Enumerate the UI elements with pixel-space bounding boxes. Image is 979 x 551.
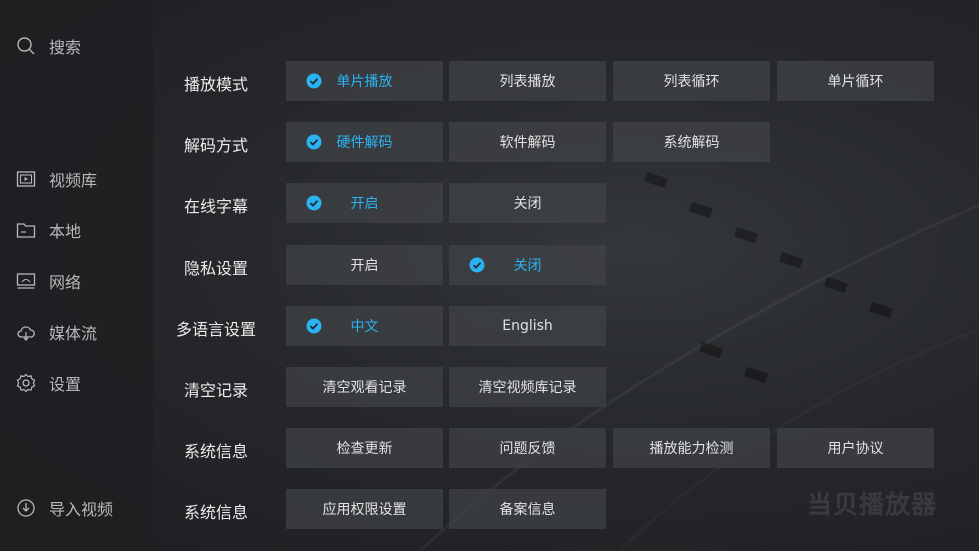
import-icon <box>16 498 36 518</box>
setting-option-button[interactable]: 清空视频库记录 <box>449 367 606 407</box>
setting-option-button[interactable]: 用户协议 <box>777 428 934 468</box>
setting-option-button[interactable]: 开启 <box>286 183 443 223</box>
checkmark-icon <box>306 318 322 334</box>
setting-option-label: 问题反馈 <box>499 441 556 457</box>
setting-option-label: 中文 <box>350 319 379 335</box>
setting-label: 在线字幕 <box>183 197 248 216</box>
setting-option-button[interactable]: 列表播放 <box>449 61 606 101</box>
setting-option-button[interactable]: 单片播放 <box>286 61 443 101</box>
setting-option-button[interactable]: 清空观看记录 <box>286 367 443 407</box>
setting-option-button[interactable]: 单片循环 <box>777 61 934 101</box>
checkmark-icon <box>306 134 322 150</box>
checkmark-icon <box>306 195 322 211</box>
setting-label: 播放模式 <box>183 75 248 94</box>
sidebar-item-network[interactable]: 网络 <box>16 268 81 294</box>
sidebar-item-local[interactable]: 本地 <box>16 217 81 243</box>
sidebar-item-label: 媒体流 <box>49 324 98 343</box>
setting-option-button[interactable]: 开启 <box>286 245 443 285</box>
setting-label: 系统信息 <box>183 442 248 461</box>
import-video-label: 导入视频 <box>49 500 114 519</box>
setting-option-label: 检查更新 <box>336 441 393 457</box>
setting-option-label: 硬件解码 <box>336 135 393 151</box>
search-button[interactable]: 搜索 <box>16 33 81 59</box>
search-label: 搜索 <box>49 38 82 57</box>
setting-label: 解码方式 <box>183 136 248 155</box>
setting-option-button[interactable]: 应用权限设置 <box>286 489 443 529</box>
gear-icon <box>16 373 36 393</box>
setting-option-label: 关闭 <box>513 196 542 212</box>
setting-option-label: English <box>502 318 553 334</box>
setting-option-button[interactable]: 中文 <box>286 306 443 346</box>
sidebar-item-label: 设置 <box>49 375 82 394</box>
setting-label: 清空记录 <box>183 381 248 400</box>
sidebar-item-video-library[interactable]: 视频库 <box>16 166 97 192</box>
setting-option-label: 关闭 <box>513 258 542 274</box>
setting-option-label: 开启 <box>350 196 379 212</box>
cloud-stream-icon <box>16 322 36 342</box>
search-icon <box>16 36 36 56</box>
setting-option-button[interactable]: 硬件解码 <box>286 122 443 162</box>
setting-option-label: 备案信息 <box>499 502 556 518</box>
setting-option-label: 清空视频库记录 <box>478 380 577 396</box>
brand-watermark: 当贝播放器 <box>806 490 937 519</box>
setting-option-label: 播放能力检测 <box>649 441 734 457</box>
video-library-icon <box>16 169 36 189</box>
folder-icon <box>16 220 36 240</box>
setting-option-label: 系统解码 <box>663 135 720 151</box>
checkmark-icon <box>306 73 322 89</box>
setting-option-button[interactable]: 关闭 <box>449 183 606 223</box>
setting-option-label: 开启 <box>350 258 379 274</box>
setting-option-button[interactable]: 软件解码 <box>449 122 606 162</box>
setting-option-button[interactable]: 列表循环 <box>613 61 770 101</box>
setting-option-label: 单片播放 <box>336 74 393 90</box>
setting-option-label: 单片循环 <box>827 74 884 90</box>
sidebar-item-label: 视频库 <box>49 171 98 190</box>
import-video-button[interactable]: 导入视频 <box>16 495 113 521</box>
setting-option-button[interactable]: 备案信息 <box>449 489 606 529</box>
setting-option-button[interactable]: 系统解码 <box>613 122 770 162</box>
setting-option-label: 应用权限设置 <box>322 502 407 518</box>
sidebar-item-media-stream[interactable]: 媒体流 <box>16 319 97 345</box>
sidebar: 搜索 视频库 本地 网络 媒体流 设置 导入视频 <box>0 0 153 551</box>
setting-option-button[interactable]: 播放能力检测 <box>613 428 770 468</box>
setting-label: 系统信息 <box>183 503 248 522</box>
setting-option-button[interactable]: English <box>449 306 606 346</box>
sidebar-item-label: 本地 <box>49 222 82 241</box>
network-icon <box>16 271 36 291</box>
setting-option-label: 列表播放 <box>499 74 556 90</box>
setting-label: 隐私设置 <box>183 259 248 278</box>
sidebar-item-label: 网络 <box>49 273 82 292</box>
setting-option-button[interactable]: 问题反馈 <box>449 428 606 468</box>
setting-label: 多语言设置 <box>175 320 256 339</box>
setting-option-label: 用户协议 <box>827 441 884 457</box>
setting-option-label: 软件解码 <box>499 135 556 151</box>
setting-option-label: 清空观看记录 <box>322 380 407 396</box>
checkmark-icon <box>469 257 485 273</box>
setting-option-button[interactable]: 关闭 <box>449 245 606 285</box>
setting-option-label: 列表循环 <box>663 74 720 90</box>
setting-option-button[interactable]: 检查更新 <box>286 428 443 468</box>
sidebar-item-settings[interactable]: 设置 <box>16 370 81 396</box>
